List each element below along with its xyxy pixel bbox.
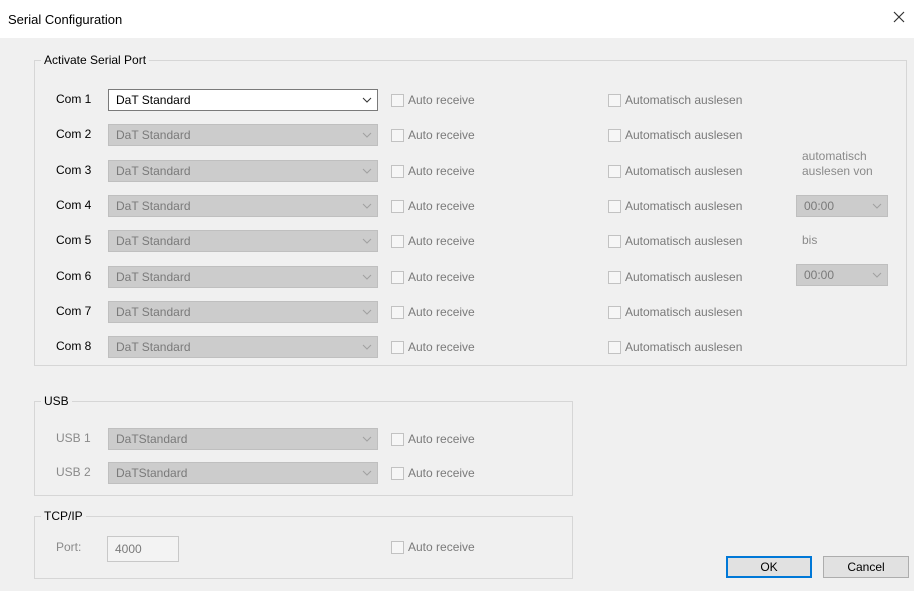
- usb-group-label: USB: [41, 394, 72, 408]
- schedule-to-value: 00:00: [804, 268, 835, 282]
- com-auto-receive-checkbox[interactable]: Auto receive: [391, 128, 475, 142]
- com-auto-read-checkbox[interactable]: Automatisch auslesen: [608, 164, 742, 178]
- close-button[interactable]: [884, 2, 914, 32]
- com-auto-read-label: Automatisch auslesen: [625, 164, 743, 178]
- chevron-down-icon: [872, 272, 882, 278]
- com-port-label: Com 8: [56, 339, 92, 353]
- com-protocol-value: DaT Standard: [116, 164, 191, 178]
- usb-auto-receive-label: Auto receive: [408, 466, 475, 480]
- com-protocol-select[interactable]: DaT Standard: [108, 336, 378, 358]
- com-port-label: Com 5: [56, 233, 92, 247]
- com-protocol-value: DaT Standard: [116, 234, 191, 248]
- usb-port-label: USB 1: [56, 431, 91, 445]
- com-protocol-value: DaT Standard: [116, 270, 191, 284]
- com-auto-receive-checkbox[interactable]: Auto receive: [391, 305, 475, 319]
- chevron-down-icon: [362, 132, 372, 138]
- com-port-label: Com 2: [56, 127, 92, 141]
- com-auto-receive-label: Auto receive: [408, 199, 475, 213]
- tcpip-group-label: TCP/IP: [41, 509, 86, 523]
- com-auto-receive-label: Auto receive: [408, 164, 475, 178]
- tcp-auto-receive-label: Auto receive: [408, 540, 475, 554]
- chevron-down-icon: [362, 436, 372, 442]
- cancel-button[interactable]: Cancel: [823, 556, 909, 578]
- usb-port-label: USB 2: [56, 465, 91, 479]
- usb-protocol-select[interactable]: DaTStandard: [108, 428, 378, 450]
- com-auto-receive-checkbox[interactable]: Auto receive: [391, 234, 475, 248]
- com-auto-read-checkbox[interactable]: Automatisch auslesen: [608, 93, 742, 107]
- com-protocol-select[interactable]: DaT Standard: [108, 89, 378, 111]
- chevron-down-icon: [362, 168, 372, 174]
- com-auto-receive-label: Auto receive: [408, 340, 475, 354]
- chevron-down-icon: [362, 344, 372, 350]
- chevron-down-icon: [362, 238, 372, 244]
- usb-auto-receive-checkbox[interactable]: Auto receive: [391, 432, 475, 446]
- com-protocol-value: DaT Standard: [116, 199, 191, 213]
- com-auto-read-label: Automatisch auslesen: [625, 305, 743, 319]
- com-auto-read-label: Automatisch auslesen: [625, 270, 743, 284]
- com-protocol-select[interactable]: DaT Standard: [108, 195, 378, 217]
- com-port-label: Com 6: [56, 269, 92, 283]
- com-auto-receive-checkbox[interactable]: Auto receive: [391, 93, 475, 107]
- com-auto-read-checkbox[interactable]: Automatisch auslesen: [608, 270, 742, 284]
- schedule-label-line1: automatisch: [802, 149, 867, 163]
- schedule-to-select[interactable]: 00:00: [796, 264, 888, 286]
- usb-auto-receive-label: Auto receive: [408, 432, 475, 446]
- serial-group-label: Activate Serial Port: [41, 53, 150, 67]
- chevron-down-icon: [362, 97, 372, 103]
- chevron-down-icon: [362, 203, 372, 209]
- com-auto-read-label: Automatisch auslesen: [625, 340, 743, 354]
- title-bar: Serial Configuration: [0, 0, 914, 38]
- com-auto-receive-checkbox[interactable]: Auto receive: [391, 340, 475, 354]
- com-auto-read-label: Automatisch auslesen: [625, 234, 743, 248]
- chevron-down-icon: [362, 470, 372, 476]
- com-auto-read-checkbox[interactable]: Automatisch auslesen: [608, 199, 742, 213]
- chevron-down-icon: [872, 203, 882, 209]
- com-protocol-select[interactable]: DaT Standard: [108, 124, 378, 146]
- com-auto-receive-checkbox[interactable]: Auto receive: [391, 199, 475, 213]
- com-protocol-select[interactable]: DaT Standard: [108, 266, 378, 288]
- com-port-label: Com 3: [56, 163, 92, 177]
- com-auto-receive-label: Auto receive: [408, 93, 475, 107]
- com-auto-read-label: Automatisch auslesen: [625, 93, 743, 107]
- com-auto-receive-label: Auto receive: [408, 128, 475, 142]
- com-port-label: Com 7: [56, 304, 92, 318]
- com-auto-read-checkbox[interactable]: Automatisch auslesen: [608, 128, 742, 142]
- com-auto-receive-label: Auto receive: [408, 305, 475, 319]
- com-auto-read-checkbox[interactable]: Automatisch auslesen: [608, 234, 742, 248]
- usb-auto-receive-checkbox[interactable]: Auto receive: [391, 466, 475, 480]
- com-protocol-value: DaT Standard: [116, 340, 191, 354]
- com-auto-receive-label: Auto receive: [408, 234, 475, 248]
- com-auto-read-label: Automatisch auslesen: [625, 199, 743, 213]
- com-protocol-select[interactable]: DaT Standard: [108, 230, 378, 252]
- close-icon: [893, 11, 905, 23]
- com-auto-read-checkbox[interactable]: Automatisch auslesen: [608, 340, 742, 354]
- com-protocol-select[interactable]: DaT Standard: [108, 160, 378, 182]
- ok-button[interactable]: OK: [726, 556, 812, 578]
- com-port-label: Com 4: [56, 198, 92, 212]
- tcp-port-input[interactable]: 4000: [107, 536, 179, 562]
- schedule-from-value: 00:00: [804, 199, 835, 213]
- usb-protocol-value: DaTStandard: [116, 466, 188, 480]
- usb-protocol-value: DaTStandard: [116, 432, 188, 446]
- tcp-auto-receive-checkbox[interactable]: Auto receive: [391, 540, 475, 554]
- com-protocol-select[interactable]: DaT Standard: [108, 301, 378, 323]
- schedule-from-select[interactable]: 00:00: [796, 195, 888, 217]
- com-protocol-value: DaT Standard: [116, 93, 191, 107]
- com-protocol-value: DaT Standard: [116, 128, 191, 142]
- com-auto-receive-checkbox[interactable]: Auto receive: [391, 164, 475, 178]
- com-port-label: Com 1: [56, 92, 92, 106]
- com-auto-receive-label: Auto receive: [408, 270, 475, 284]
- usb-protocol-select[interactable]: DaTStandard: [108, 462, 378, 484]
- schedule-until-label: bis: [802, 233, 818, 247]
- tcp-port-value: 4000: [115, 542, 142, 556]
- window-title: Serial Configuration: [8, 12, 123, 27]
- com-auto-receive-checkbox[interactable]: Auto receive: [391, 270, 475, 284]
- chevron-down-icon: [362, 274, 372, 280]
- com-protocol-value: DaT Standard: [116, 305, 191, 319]
- tcp-port-label: Port:: [56, 540, 82, 554]
- chevron-down-icon: [362, 309, 372, 315]
- schedule-label-line2: auslesen von: [802, 164, 873, 178]
- com-auto-read-checkbox[interactable]: Automatisch auslesen: [608, 305, 742, 319]
- com-auto-read-label: Automatisch auslesen: [625, 128, 743, 142]
